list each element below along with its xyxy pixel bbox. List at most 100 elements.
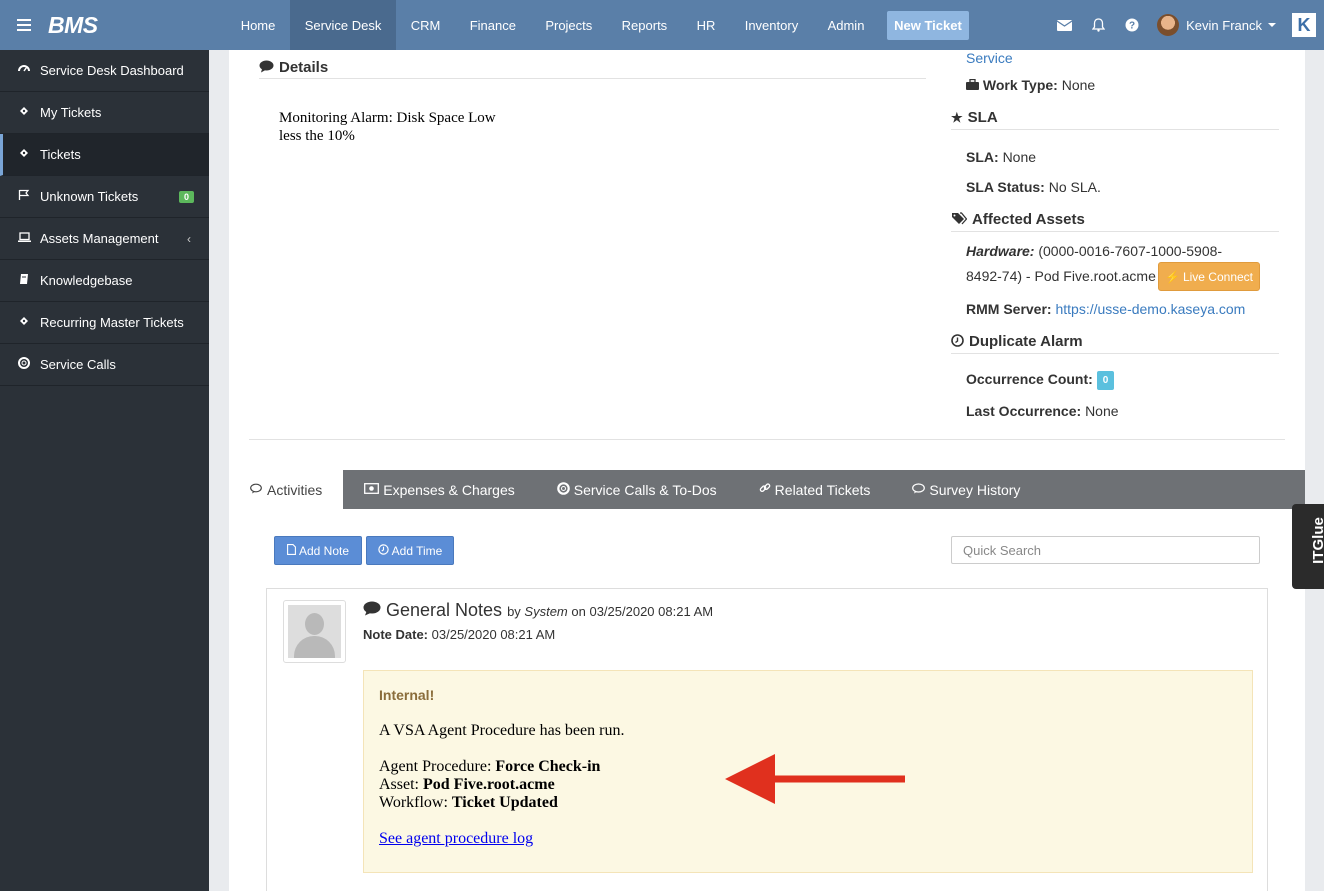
ticket-detail-panel: Details Monitoring Alarm: Disk Space Low… xyxy=(229,50,1305,891)
procedure-line: Agent Procedure: Force Check-in xyxy=(379,758,601,775)
flag-icon xyxy=(18,189,40,204)
note-card: General Notes by System on 03/25/2020 08… xyxy=(266,588,1268,891)
kaseya-logo-icon[interactable]: K xyxy=(1292,13,1316,37)
tags-icon xyxy=(951,211,968,228)
user-placeholder-icon xyxy=(288,605,341,658)
ticket-icon xyxy=(18,315,40,330)
sidebar-item-label: Unknown Tickets xyxy=(40,189,139,204)
tab-expenses-charges[interactable]: Expenses & Charges xyxy=(343,470,536,509)
star-icon: ★ xyxy=(951,109,963,125)
new-ticket-label[interactable]: New Ticket xyxy=(887,10,969,40)
add-note-button[interactable]: Add Note xyxy=(274,536,362,565)
occurrence-count-field: Occurrence Count: 0 xyxy=(966,371,1115,390)
sidebar: Service Desk Dashboard My Tickets Ticket… xyxy=(0,50,209,891)
nav-right: ? Kevin Franck K xyxy=(1047,0,1324,50)
user-menu[interactable]: Kevin Franck xyxy=(1157,14,1276,36)
chevron-down-icon xyxy=(1268,23,1276,27)
sla-heading: ★ SLA xyxy=(951,109,998,126)
duplicate-alarm-heading: Duplicate Alarm xyxy=(951,333,1083,350)
help-icon[interactable]: ? xyxy=(1115,18,1149,32)
nav-admin[interactable]: Admin xyxy=(813,0,879,50)
comment-icon xyxy=(912,482,926,497)
quick-search-input[interactable]: Quick Search xyxy=(951,536,1260,564)
workflow-line: Workflow: Ticket Updated xyxy=(379,794,558,811)
avatar xyxy=(1157,14,1180,36)
top-navbar: BMS Home Service Desk CRM Finance Projec… xyxy=(0,0,1324,50)
sidebar-item-knowledgebase[interactable]: Knowledgebase xyxy=(0,260,209,302)
main-nav: Home Service Desk CRM Finance Projects R… xyxy=(226,0,969,50)
lifebuoy-icon xyxy=(556,481,570,498)
note-date: Note Date: 03/25/2020 08:21 AM xyxy=(363,627,556,642)
asset-line: Asset: Pod Five.root.acme xyxy=(379,776,555,793)
tab-activities[interactable]: Activities xyxy=(229,470,344,509)
sidebar-item-my-tickets[interactable]: My Tickets xyxy=(0,92,209,134)
money-icon xyxy=(364,482,380,497)
nav-crm[interactable]: CRM xyxy=(396,0,455,50)
sidebar-item-recurring-master-tickets[interactable]: Recurring Master Tickets xyxy=(0,302,209,344)
live-connect-button[interactable]: ⚡ Live Connect xyxy=(1158,262,1260,291)
nav-home[interactable]: Home xyxy=(226,0,290,50)
tab-survey-history[interactable]: Survey History xyxy=(891,470,1041,509)
lifebuoy-icon xyxy=(18,357,40,372)
clock-icon xyxy=(377,543,389,558)
link-icon xyxy=(759,482,771,497)
add-time-button[interactable]: Add Time xyxy=(366,536,454,565)
note-type: General Notes xyxy=(386,600,503,620)
sidebar-item-unknown-tickets[interactable]: Unknown Tickets 0 xyxy=(0,176,209,218)
svg-text:?: ? xyxy=(1129,21,1135,32)
service-link[interactable]: Service xyxy=(966,50,1013,66)
bell-icon[interactable] xyxy=(1081,18,1115,32)
internal-label: Internal! xyxy=(379,687,435,703)
details-title: Details xyxy=(279,59,329,76)
ticket-icon xyxy=(18,105,40,120)
hardware-field: Hardware: (0000-0016-7607-1000-5908- xyxy=(966,243,1223,259)
envelope-icon[interactable] xyxy=(1047,19,1081,31)
sidebar-item-label: My Tickets xyxy=(40,105,102,120)
nav-reports[interactable]: Reports xyxy=(607,0,682,50)
ticket-description-line: less the 10% xyxy=(279,128,355,144)
sidebar-item-label: Assets Management xyxy=(40,231,159,246)
sidebar-item-label: Tickets xyxy=(40,147,81,162)
note-timestamp: on 03/25/2020 08:21 AM xyxy=(571,604,714,619)
nav-inventory[interactable]: Inventory xyxy=(730,0,813,50)
count-badge: 0 xyxy=(178,190,194,203)
sidebar-item-label: Knowledgebase xyxy=(40,273,133,288)
details-heading: Details xyxy=(259,59,328,76)
note-author: System xyxy=(524,604,568,619)
sidebar-item-label: Service Desk Dashboard xyxy=(40,63,184,78)
nav-hr[interactable]: HR xyxy=(682,0,730,50)
nav-service-desk[interactable]: Service Desk xyxy=(290,0,397,50)
file-icon xyxy=(287,543,296,558)
menu-icon[interactable] xyxy=(0,0,48,50)
last-occurrence-field: Last Occurrence: None xyxy=(966,403,1119,419)
sidebar-item-service-desk-dashboard[interactable]: Service Desk Dashboard xyxy=(0,50,209,92)
nav-finance[interactable]: Finance xyxy=(455,0,531,50)
clock-icon xyxy=(951,333,964,350)
new-ticket-button[interactable]: New Ticket xyxy=(887,0,969,50)
divider xyxy=(951,353,1279,354)
rmm-server-link[interactable]: https://usse-demo.kaseya.com xyxy=(1055,301,1245,317)
divider xyxy=(249,439,1285,440)
work-type-field: Work Type: None xyxy=(966,77,1095,93)
note-text: A VSA Agent Procedure has been run. xyxy=(379,722,625,739)
rmm-server-field: RMM Server: https://usse-demo.kaseya.com xyxy=(966,301,1246,317)
app-logo[interactable]: BMS xyxy=(48,12,226,39)
sidebar-item-tickets[interactable]: Tickets xyxy=(0,134,209,176)
sidebar-item-service-calls[interactable]: Service Calls xyxy=(0,344,209,386)
nav-projects[interactable]: Projects xyxy=(531,0,607,50)
red-arrow-annotation xyxy=(725,754,905,804)
comment-icon xyxy=(259,60,274,76)
divider xyxy=(259,78,926,79)
bolt-icon: ⚡ xyxy=(1165,269,1180,284)
tab-service-calls[interactable]: Service Calls & To-Dos xyxy=(536,470,738,509)
sidebar-item-assets-management[interactable]: Assets Management ‹ xyxy=(0,218,209,260)
laptop-icon xyxy=(18,231,40,246)
sidebar-item-label: Service Calls xyxy=(40,357,116,372)
note-header: General Notes by System on 03/25/2020 08… xyxy=(363,600,713,621)
tab-related-tickets[interactable]: Related Tickets xyxy=(738,470,892,509)
procedure-log-link[interactable]: See agent procedure log xyxy=(379,830,533,848)
itglue-sidebar-tab[interactable]: ITGlue xyxy=(1292,504,1324,589)
briefcase-icon xyxy=(966,77,979,93)
chevron-left-icon[interactable]: ‹ xyxy=(187,232,191,246)
user-name: Kevin Franck xyxy=(1186,17,1262,33)
